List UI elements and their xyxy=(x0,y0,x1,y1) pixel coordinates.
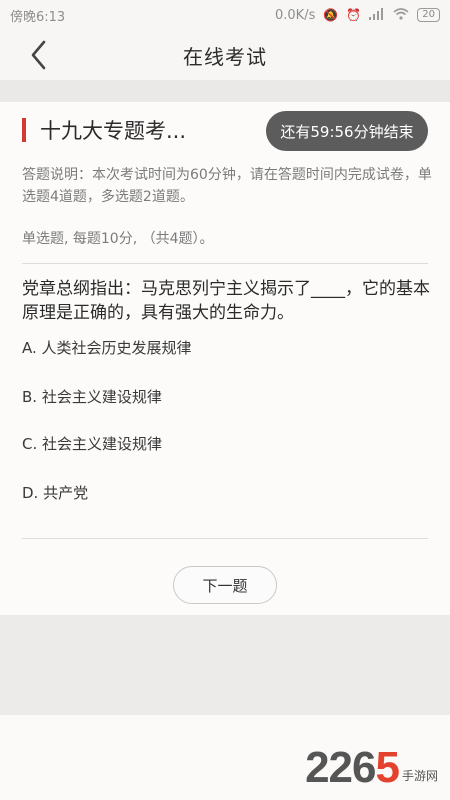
divider-line xyxy=(22,263,428,264)
wifi-icon xyxy=(393,7,409,23)
exam-instructions: 答题说明：本次考试时间为60分钟，请在答题时间内完成试卷，单选题4道题，多选题2… xyxy=(22,167,432,205)
alarm-icon: ⏰ xyxy=(346,8,362,22)
back-button[interactable] xyxy=(18,36,58,74)
countdown-timer: 还有59:56分钟结束 xyxy=(266,111,428,151)
exam-title: 十九大专题考... xyxy=(40,119,187,143)
signal-icon xyxy=(369,7,385,23)
status-time: 傍晚6:13 xyxy=(10,9,66,25)
bottom-gray-area xyxy=(0,615,450,715)
bottom-white-area: 2265 手游网 xyxy=(0,715,450,800)
watermark-number: 2265 xyxy=(305,743,400,792)
network-speed: 0.0K/s xyxy=(275,7,316,23)
option-a[interactable]: A. 人类社会历史发展规律 xyxy=(22,337,192,358)
title-accent-bar xyxy=(22,118,26,142)
mute-icon: 🔕 xyxy=(323,8,339,22)
option-c[interactable]: C. 社会主义建设规律 xyxy=(22,433,162,454)
status-icons: 0.0K/s 🔕 ⏰ 20 xyxy=(275,7,440,23)
question-text: 党章总纲指出：马克思列宁主义揭示了____，它的基本原理是正确的，具有强大的生命… xyxy=(22,279,430,323)
option-b[interactable]: B. 社会主义建设规律 xyxy=(22,386,162,407)
next-question-button[interactable]: 下一题 xyxy=(173,566,277,604)
divider-band xyxy=(0,80,450,102)
page-title: 在线考试 xyxy=(183,44,267,69)
divider-line xyxy=(22,538,428,539)
exam-card: 十九大专题考... 还有59:56分钟结束 答题说明：本次考试时间为60分钟，请… xyxy=(0,102,450,615)
site-watermark: 2265 手游网 xyxy=(305,746,438,790)
battery-indicator: 20 xyxy=(417,8,440,22)
nav-bar: 在线考试 xyxy=(0,30,450,80)
section-info: 单选题, 每题10分, （共4题）。 xyxy=(22,231,214,247)
chevron-left-icon xyxy=(31,40,46,70)
status-bar: 傍晚6:13 0.0K/s 🔕 ⏰ 20 xyxy=(0,0,450,30)
exam-header: 十九大专题考... 还有59:56分钟结束 xyxy=(0,102,450,158)
watermark-site-text: 手游网 xyxy=(401,769,438,783)
option-d[interactable]: D. 共产党 xyxy=(22,482,88,503)
